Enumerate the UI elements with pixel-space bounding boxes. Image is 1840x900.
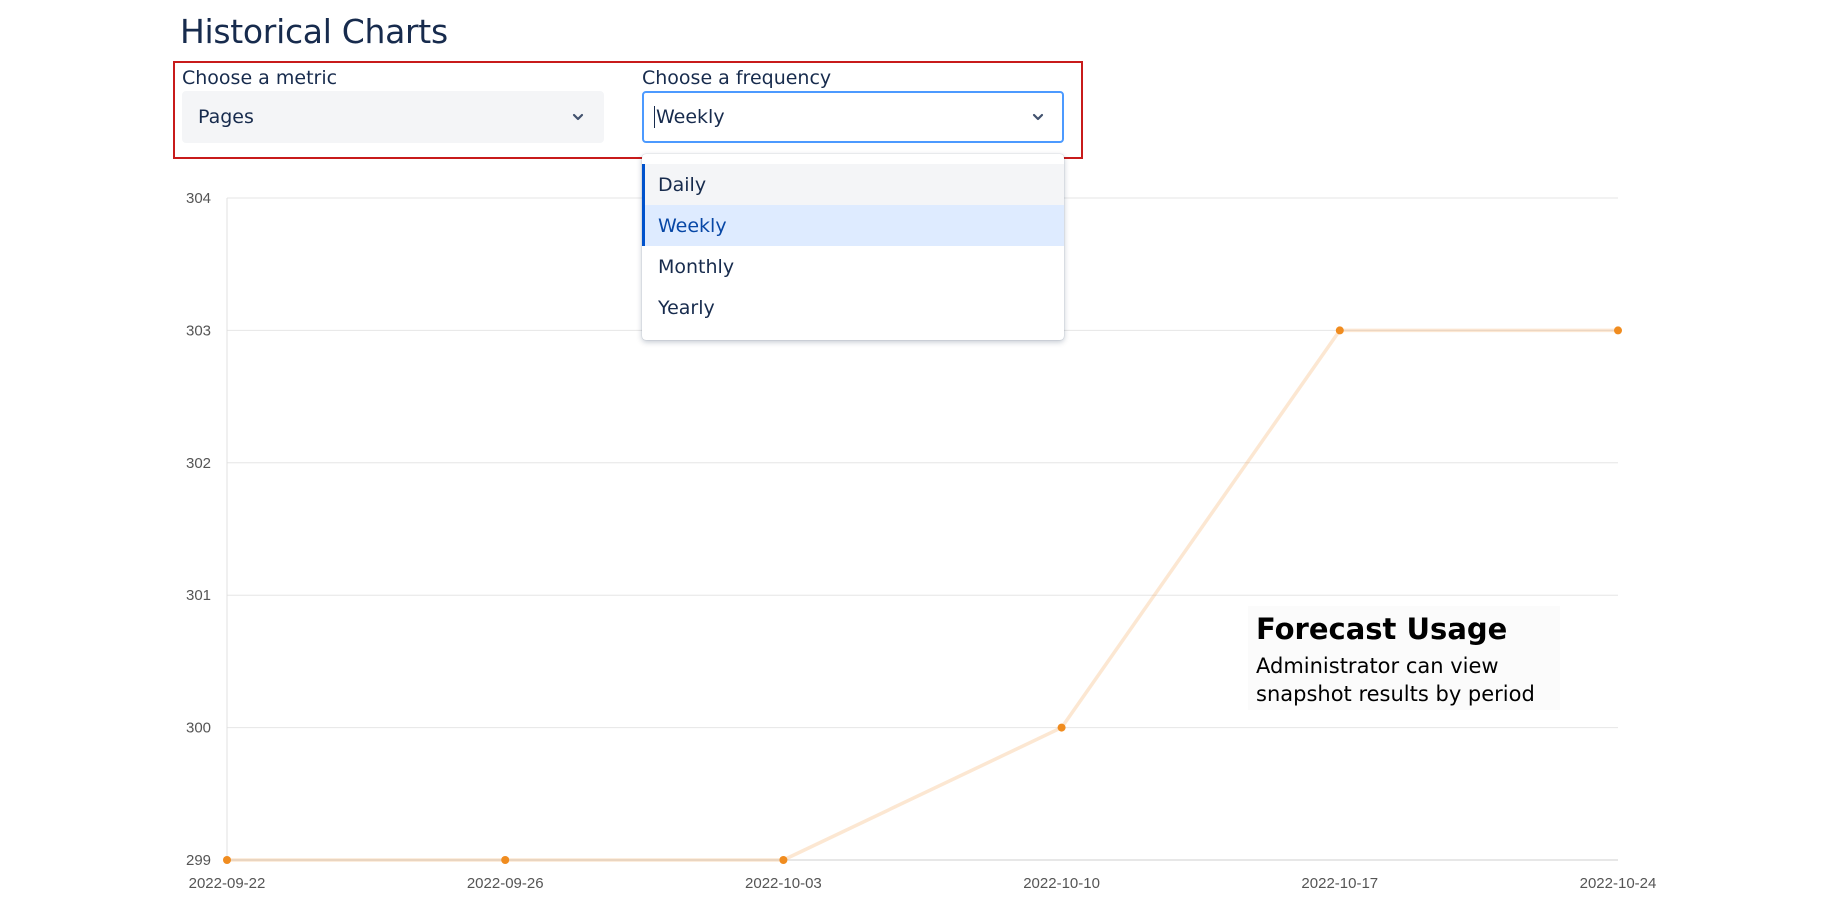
x-tick-label: 2022-10-24 <box>1580 875 1657 892</box>
y-tick-label: 303 <box>186 322 211 339</box>
callout-title: Forecast Usage <box>1256 612 1508 646</box>
x-tick-label: 2022-10-03 <box>745 875 822 892</box>
dropdown-option-daily[interactable]: Daily <box>642 164 1064 205</box>
chevron-down-icon <box>1032 113 1044 121</box>
data-point <box>223 856 231 864</box>
data-point <box>1614 326 1622 335</box>
y-axis-ticks: 299 300 301 302 303 304 <box>186 190 211 869</box>
frequency-select[interactable]: Weekly <box>642 91 1064 143</box>
dropdown-option-yearly[interactable]: Yearly <box>642 287 1064 328</box>
x-tick-label: 2022-10-10 <box>1023 875 1100 892</box>
frequency-dropdown-menu: Daily Weekly Monthly Yearly <box>642 154 1064 340</box>
x-axis-ticks: 2022-09-22 2022-09-26 2022-10-03 2022-10-10… <box>189 875 1657 892</box>
y-tick-label: 299 <box>186 852 211 869</box>
dropdown-option-weekly[interactable]: Weekly <box>642 205 1064 246</box>
data-point <box>501 856 510 864</box>
x-tick-label: 2022-10-17 <box>1301 875 1378 892</box>
metric-select[interactable]: Pages <box>182 91 604 143</box>
x-tick-label: 2022-09-22 <box>189 875 266 892</box>
x-tick-label: 2022-09-26 <box>467 875 544 892</box>
text-cursor <box>654 106 655 128</box>
data-point <box>1335 326 1344 335</box>
frequency-select-value: Weekly <box>656 106 725 128</box>
data-point <box>1057 723 1066 732</box>
chevron-down-icon <box>572 113 584 121</box>
dropdown-option-monthly[interactable]: Monthly <box>642 246 1064 287</box>
metric-label: Choose a metric <box>182 67 338 89</box>
y-tick-label: 301 <box>186 587 211 604</box>
frequency-label: Choose a frequency <box>642 67 832 89</box>
metric-select-value: Pages <box>198 106 254 128</box>
callout-text-line-2: snapshot results by period <box>1256 682 1535 706</box>
y-tick-label: 304 <box>186 190 211 207</box>
y-tick-label: 300 <box>186 720 211 737</box>
forecast-usage-callout: Forecast Usage Administrator can view sn… <box>1248 606 1560 710</box>
data-point <box>779 856 788 864</box>
y-tick-label: 302 <box>186 455 211 472</box>
callout-text-line-1: Administrator can view <box>1256 654 1499 678</box>
